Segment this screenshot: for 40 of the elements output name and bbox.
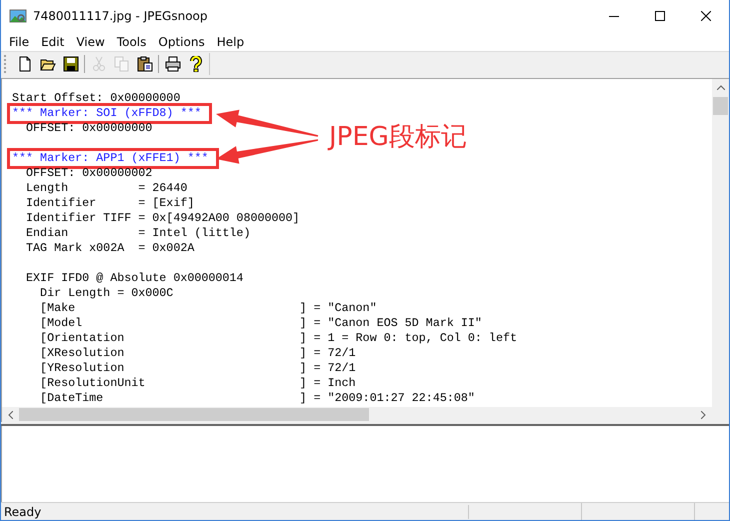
log-line: [YResolution ] = 72/1 [39,361,356,376]
log-line: TAG Mark x002A = 0x002A [25,241,194,256]
vertical-scrollbar[interactable] [712,79,729,407]
menu-item[interactable]: Tools [110,34,152,48]
window-title: 7480011117.jpg - JPEGsnoop [33,9,209,23]
menu-item[interactable]: Edit [35,34,70,48]
log-line: [Model ] = "Canon EOS 5D Mark II" [39,316,482,331]
scissors-icon [90,56,106,72]
log-line: EXIF IFD0 @ Absolute 0x00000014 [25,271,244,286]
menu-item[interactable]: File [3,34,36,48]
log-line: OFFSET: 0x00000000 [25,121,152,136]
printer-icon [164,56,180,72]
log-line: [ResolutionUnit ] = Inch [39,376,356,391]
menu-item[interactable]: View [70,34,111,48]
maximize-icon [655,11,665,21]
image-icon [9,8,27,24]
log-line: [Make ] = "Canon" [39,301,377,316]
menu-item[interactable]: Options [152,34,211,48]
log-line: Identifier TIFF = 0x[49492A00 08000000] [25,211,300,226]
new-file-icon [16,56,32,72]
log-line: [DateTime ] = "2009:01:27 22:45:08" [39,391,475,406]
log-line: OFFSET: 0x00000002 [25,166,152,181]
log-line: [XResolution ] = 72/1 [39,346,356,361]
menu-item[interactable]: Help [210,34,250,48]
clipboard-icon [136,56,152,72]
scrollbar-thumb[interactable] [19,408,369,421]
status-text: Ready [1,504,469,518]
marker-line: *** Marker: APP1 (xFFE1) *** [12,151,208,166]
annotation-label: JPEG段标记 [329,121,467,154]
log-line: Start Offset: 0x00000000 [12,91,180,106]
copy-icon [114,56,130,72]
log-line: [Orientation ] = 1 = Row 0: top, Col 0: left [39,331,517,346]
log-line: Endian = Intel (little) [25,226,250,241]
scrollbar-thumb[interactable] [713,97,728,115]
log-line: Dir Length = 0x000C [39,286,174,301]
log-line: Identifier = [Exif] [25,196,194,211]
help-icon [188,56,204,72]
log-line: Length = 26440 [25,181,188,196]
close-icon [701,11,711,21]
marker-line: *** Marker: SOI (xFFD8) *** [12,106,202,121]
